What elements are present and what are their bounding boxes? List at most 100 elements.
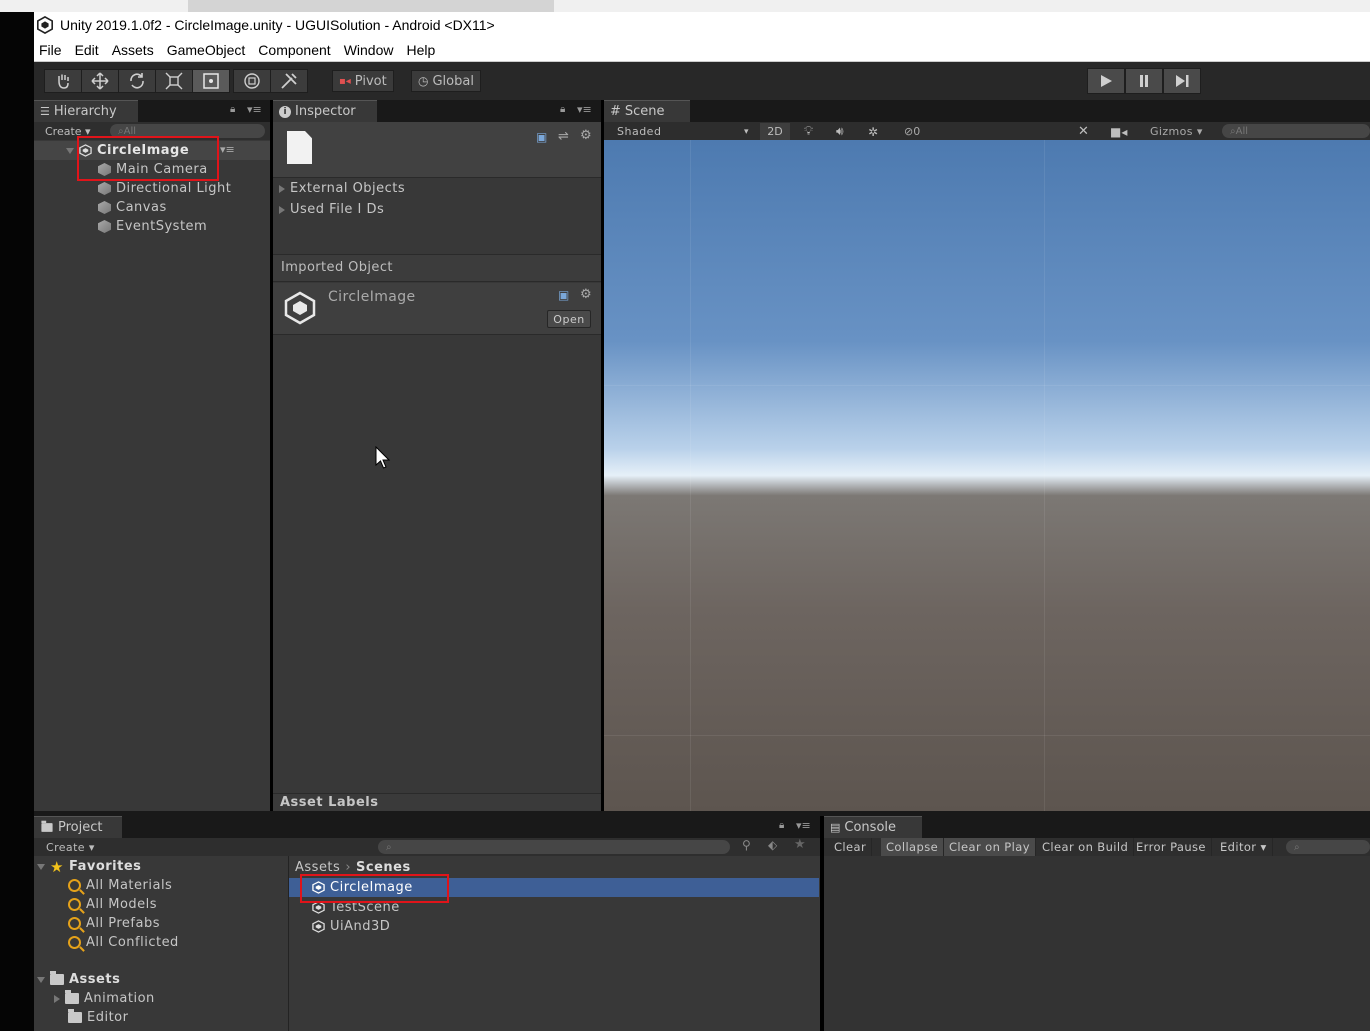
foldout-label: External Objects [290,181,406,196]
hierarchy-item-eventsystem[interactable]: EventSystem [98,217,207,236]
lighting-icon[interactable]: 💡︎ [804,124,813,139]
file-uiand3d[interactable]: UiAnd3D [312,917,390,936]
gear-icon[interactable]: ⚙ [580,287,592,302]
gear-icon[interactable]: ⚙ [580,128,592,143]
hierarchy-item-canvas[interactable]: Canvas [98,198,167,217]
lock-icon[interactable]: 🔒︎ [230,104,235,115]
menu-edit[interactable]: Edit [70,42,107,58]
project-search[interactable]: ⌕ [378,840,730,854]
dropdown-arrow-icon: ▾ [744,126,749,137]
panel-menu-icon[interactable]: ▾≡ [796,819,811,832]
mouse-cursor-icon [375,446,391,469]
list-icon: ☰ [40,105,50,118]
menu-file[interactable]: File [34,42,70,58]
preset-icon[interactable]: ⇌ [558,129,569,144]
hand-tool-button[interactable] [44,69,82,93]
favorite-all-models[interactable]: All Models [68,895,157,914]
window-title: Unity 2019.1.0f2 - CircleImage.unity - U… [60,17,495,33]
folder-icon [68,1009,82,1023]
assets-header[interactable]: Assets [37,970,120,989]
foldout-used-file-ids[interactable]: Used File I Ds [279,200,384,219]
tab-console[interactable]: ▤ Console [824,816,922,838]
hierarchy-item-directional-light[interactable]: Directional Light [98,179,231,198]
console-search[interactable]: ⌕ [1286,840,1370,854]
assets-label: Assets [69,972,121,987]
panel-menu-icon[interactable]: ▾≡ [247,103,262,116]
tab-hierarchy[interactable]: ☰ Hierarchy [34,100,138,122]
asset-folder-animation[interactable]: Animation [54,989,155,1008]
file-label: UiAnd3D [330,919,391,934]
console-clear-on-build-button[interactable]: Clear on Build [1037,838,1135,856]
label-tag-icon[interactable]: ⬖ [768,838,777,852]
lock-icon[interactable]: 🔒︎ [560,104,565,115]
folder-icon [41,820,53,832]
console-editor-dropdown[interactable]: Editor ▾ [1215,838,1273,856]
favorites-header[interactable]: ★ Favorites [37,857,141,876]
menu-gameobject[interactable]: GameObject [162,42,254,58]
open-button-label: Open [553,312,585,326]
lock-icon[interactable]: 🔒︎ [779,820,784,831]
shading-mode-dropdown[interactable]: Shaded [617,125,661,138]
help-icon[interactable]: ▣ [558,288,569,302]
menu-help[interactable]: Help [401,42,443,58]
help-icon[interactable]: ▣ [536,130,547,144]
favorite-all-prefabs[interactable]: All Prefabs [68,914,160,933]
console-clear-on-play-button[interactable]: Clear on Play [944,838,1036,856]
breadcrumb-assets[interactable]: Assets [295,860,340,875]
star-icon[interactable]: ★ [794,837,806,852]
play-button[interactable] [1087,68,1125,94]
gizmos-dropdown[interactable]: Gizmos ▾ [1150,125,1203,138]
tab-project[interactable]: Project [34,816,122,838]
scene-search[interactable]: ⌕ All [1222,124,1370,138]
inspector-panel [273,122,601,811]
tab-scene[interactable]: # Scene [604,100,690,122]
breadcrumb-scenes[interactable]: Scenes [356,860,411,875]
rotate-tool-button[interactable] [118,69,156,93]
rect-tool-button[interactable] [192,69,230,93]
project-create-button[interactable]: Create ▾ [46,841,95,854]
transform-tool-button[interactable] [233,69,271,93]
custom-tool-button[interactable] [270,69,308,93]
gizmos-label: Gizmos [1150,125,1193,138]
move-tool-button[interactable] [81,69,119,93]
menu-window[interactable]: Window [339,42,402,58]
play-icon [1101,75,1112,87]
browser-tab-strip [0,0,1370,12]
asset-folder-editor[interactable]: Editor [68,1008,128,1027]
scene-menu-icon[interactable]: ▾≡ [220,143,235,156]
grid-line [1044,140,1045,811]
menu-assets[interactable]: Assets [107,42,162,58]
panel-menu-icon[interactable]: ▾≡ [577,103,592,116]
tab-inspector[interactable]: i Inspector [273,100,377,122]
scale-tool-button[interactable] [155,69,193,93]
console-button-label: Editor [1220,840,1257,854]
filter-type-icon[interactable]: ⚲ [742,838,751,852]
tools-icon[interactable]: ✕ [1078,124,1089,139]
camera-icon[interactable]: ■◂ [1110,125,1127,139]
pause-button[interactable] [1125,68,1163,94]
2d-toggle[interactable]: 2D [760,123,790,140]
foldout-arrow-icon [279,205,285,214]
open-button[interactable]: Open [547,310,591,328]
global-toggle[interactable]: ◷ Global [411,70,481,92]
favorite-all-conflicted[interactable]: All Conflicted [68,933,179,952]
pivot-label: Pivot [354,73,387,89]
step-button[interactable] [1163,68,1201,94]
console-error-pause-button[interactable]: Error Pause [1131,838,1212,856]
favorites-label: Favorites [68,859,142,874]
favorite-all-materials[interactable]: All Materials [68,876,172,895]
expand-arrow-icon [66,147,74,154]
console-collapse-button[interactable]: Collapse [881,838,945,856]
menu-component[interactable]: Component [253,42,338,58]
effects-icon[interactable]: ✲ [868,125,878,139]
eye-slash-icon: ⊘ [904,125,914,138]
audio-icon[interactable]: 🔊︎ [836,124,844,139]
scene-viewport[interactable] [604,140,1370,811]
pivot-toggle[interactable]: ▪◂ Pivot [332,70,394,92]
unity-scene-icon [312,920,325,933]
console-button-label: Clear on Build [1042,840,1129,854]
project-create-label: Create [46,840,85,854]
console-clear-button[interactable]: Clear [829,838,873,856]
foldout-external-objects[interactable]: External Objects [279,179,405,198]
hidden-objects-toggle[interactable]: ⊘0 [904,125,920,138]
